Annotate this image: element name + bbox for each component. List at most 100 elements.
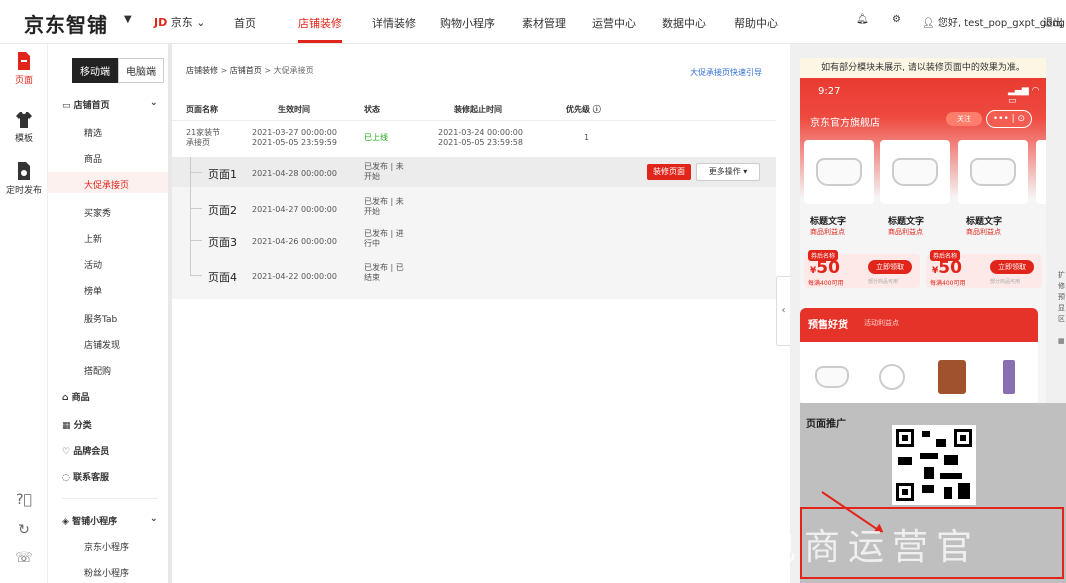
- sidebar-item[interactable]: 店铺发现: [84, 338, 120, 351]
- product-title: 标题文字: [810, 217, 847, 227]
- qr-finder: [954, 429, 972, 447]
- sidebar-item[interactable]: 买家秀: [84, 206, 111, 219]
- product-card: [880, 140, 950, 204]
- more-actions-dropdown[interactable]: 更多操作 ▾: [696, 163, 760, 181]
- signal-wifi-battery-icon: ▂▄▆ ◠ ▭: [1008, 86, 1040, 106]
- nav-operations[interactable]: 运营中心: [592, 15, 636, 31]
- group-brand-members[interactable]: ♡ 品牌会员: [62, 444, 109, 457]
- qr-module: [922, 431, 930, 437]
- nav-data-center[interactable]: 数据中心: [662, 15, 706, 31]
- iconbar-template[interactable]: 模板: [0, 110, 48, 144]
- nav-home[interactable]: 首页: [234, 15, 256, 31]
- effective-time: 2021-04-26 00:00:00: [252, 237, 337, 246]
- presale-item: [864, 350, 920, 403]
- support-icon[interactable]: ↻: [0, 522, 48, 538]
- group-shop-home[interactable]: ▭ 店铺首页 ⌄: [62, 98, 158, 111]
- quick-guide-link[interactable]: 大促承接页快速引导: [690, 67, 762, 78]
- table-row-page-name[interactable]: 页面1: [208, 166, 237, 182]
- nav-shop-decoration[interactable]: 店铺装修: [298, 15, 342, 31]
- airpods-image: [816, 158, 862, 186]
- group-products[interactable]: ⌂ 商品: [62, 390, 90, 403]
- sidebar-item[interactable]: 活动: [84, 258, 102, 271]
- effective-time: 2021-04-22 00:00:00: [252, 272, 337, 281]
- breadcrumb-item[interactable]: 店铺装修: [186, 66, 218, 75]
- nav-detail-decoration[interactable]: 详情装修: [372, 15, 416, 31]
- nav-mini-program[interactable]: 购物小程序: [440, 15, 495, 31]
- wallet-image: [938, 360, 966, 394]
- app-logo[interactable]: 京东智铺: [24, 9, 108, 38]
- decorate-page-button[interactable]: 装修页面: [647, 164, 691, 180]
- side-toolbar[interactable]: 扩修预显区 ▦: [1058, 270, 1066, 347]
- iconbar-page[interactable]: 页面: [0, 52, 48, 86]
- table-row-page-name[interactable]: 页面4: [208, 269, 237, 285]
- shirt-icon: [16, 112, 32, 128]
- product-subtitle: 商品利益点: [810, 228, 845, 236]
- phone-preview: 如有部分模块未展示, 请以装修页面中的效果为准。 9:27 ▂▄▆ ◠ ▭ 京东…: [800, 58, 1046, 403]
- sidebar-item[interactable]: 服务Tab: [84, 312, 117, 325]
- jd-brand[interactable]: JD 京东 ⌄: [154, 14, 205, 30]
- sidebar-item[interactable]: 粉丝小程序: [84, 566, 129, 579]
- help-icon[interactable]: ?⃝: [0, 492, 48, 508]
- claim-button: 立即领取: [990, 260, 1034, 274]
- top-bar: 京东智铺 ▼ JD 京东 ⌄ 首页 店铺装修 详情装修 购物小程序 素材管理 运…: [0, 0, 1066, 44]
- sidebar-item-selected[interactable]: 大促承接页: [84, 178, 129, 191]
- product-subtitle: 商品利益点: [888, 228, 923, 236]
- presale-subtitle: 活动利益点: [864, 319, 899, 327]
- breadcrumb: 店铺装修 > 店铺首页 > 大促承接页: [186, 66, 314, 75]
- tab-pc[interactable]: 电脑端: [118, 58, 164, 83]
- qr-module: [898, 457, 912, 465]
- coupon-amount: ¥50: [932, 258, 962, 278]
- logout-link[interactable]: 退出: [1043, 14, 1063, 29]
- tab-mobile[interactable]: 移动端: [72, 58, 118, 83]
- col-header: 状态: [364, 105, 380, 114]
- qr-module: [940, 473, 962, 479]
- sidebar-item[interactable]: 京东小程序: [84, 540, 129, 553]
- schedule-icon: [18, 162, 30, 180]
- qr-module: [936, 439, 946, 447]
- table-row-page-name[interactable]: 页面3: [208, 234, 237, 250]
- sidebar-item[interactable]: 榜单: [84, 284, 102, 297]
- charger-image: [879, 364, 905, 390]
- presale-title: 预售好货: [808, 320, 848, 331]
- col-header: 生效时间: [278, 105, 310, 114]
- chat-icon[interactable]: ☏: [0, 550, 48, 566]
- status-badge: 已上线: [364, 133, 388, 142]
- nav-help-center[interactable]: 帮助中心: [734, 15, 778, 31]
- qr-code[interactable]: [892, 425, 976, 505]
- status-text: 已发布 | 未开始: [364, 162, 404, 181]
- divider: [172, 120, 776, 121]
- tree-line: [190, 275, 202, 276]
- coupon-note: 部分商品可用: [868, 279, 899, 285]
- table-row-page-name[interactable]: 页面2: [208, 202, 237, 218]
- nav-materials[interactable]: 素材管理: [522, 15, 566, 31]
- qr-module: [920, 453, 938, 459]
- breadcrumb-current: 大促承接页: [273, 66, 314, 75]
- qr-module: [958, 483, 970, 499]
- collapse-preview-button[interactable]: ‹: [776, 276, 790, 346]
- sidebar-item[interactable]: 商品: [84, 152, 102, 165]
- icon-sidebar: 页面 模板 定时发布 ?⃝ ↻ ☏: [0, 44, 48, 583]
- sidebar-item[interactable]: 精选: [84, 126, 102, 139]
- chevron-down-icon[interactable]: ▼: [124, 14, 132, 25]
- presale-section: 预售好货 活动利益点: [800, 308, 1038, 403]
- col-header: 页面名称: [186, 105, 218, 114]
- help-icon[interactable]: ⓘ: [593, 105, 601, 114]
- product-title: 标题文字: [966, 217, 1003, 227]
- breadcrumb-item[interactable]: 店铺首页: [230, 66, 262, 75]
- group-mini-program[interactable]: ◈ 智铺小程序 ⌄: [62, 514, 158, 527]
- sidebar-item[interactable]: 上新: [84, 232, 102, 245]
- presale-item: [984, 350, 1034, 403]
- settings-icon[interactable]: ⚙: [892, 14, 901, 25]
- parent-page-name[interactable]: 21家装节 承接页: [186, 128, 220, 148]
- status-text: 已发布 | 未开始: [364, 197, 404, 216]
- chevron-down-icon: ⌄: [150, 98, 158, 108]
- group-categories[interactable]: ▦ 分类: [62, 418, 92, 431]
- iconbar-scheduled-publish[interactable]: 定时发布: [0, 162, 48, 196]
- product-subtitle: 商品利益点: [966, 228, 1001, 236]
- product-title: 标题文字: [888, 217, 925, 227]
- group-customer-service[interactable]: ◌ 联系客服: [62, 470, 109, 483]
- bell-icon[interactable]: 🔔︎: [856, 14, 869, 25]
- coupon-card: 券后名称 ¥50 立即领取 每满400可用 部分商品可用: [804, 250, 920, 288]
- page-sidebar: 移动端 电脑端 ▭ 店铺首页 ⌄ 精选 商品 大促承接页 买家秀 上新 活动 榜单…: [48, 44, 210, 583]
- sidebar-item[interactable]: 搭配购: [84, 364, 111, 377]
